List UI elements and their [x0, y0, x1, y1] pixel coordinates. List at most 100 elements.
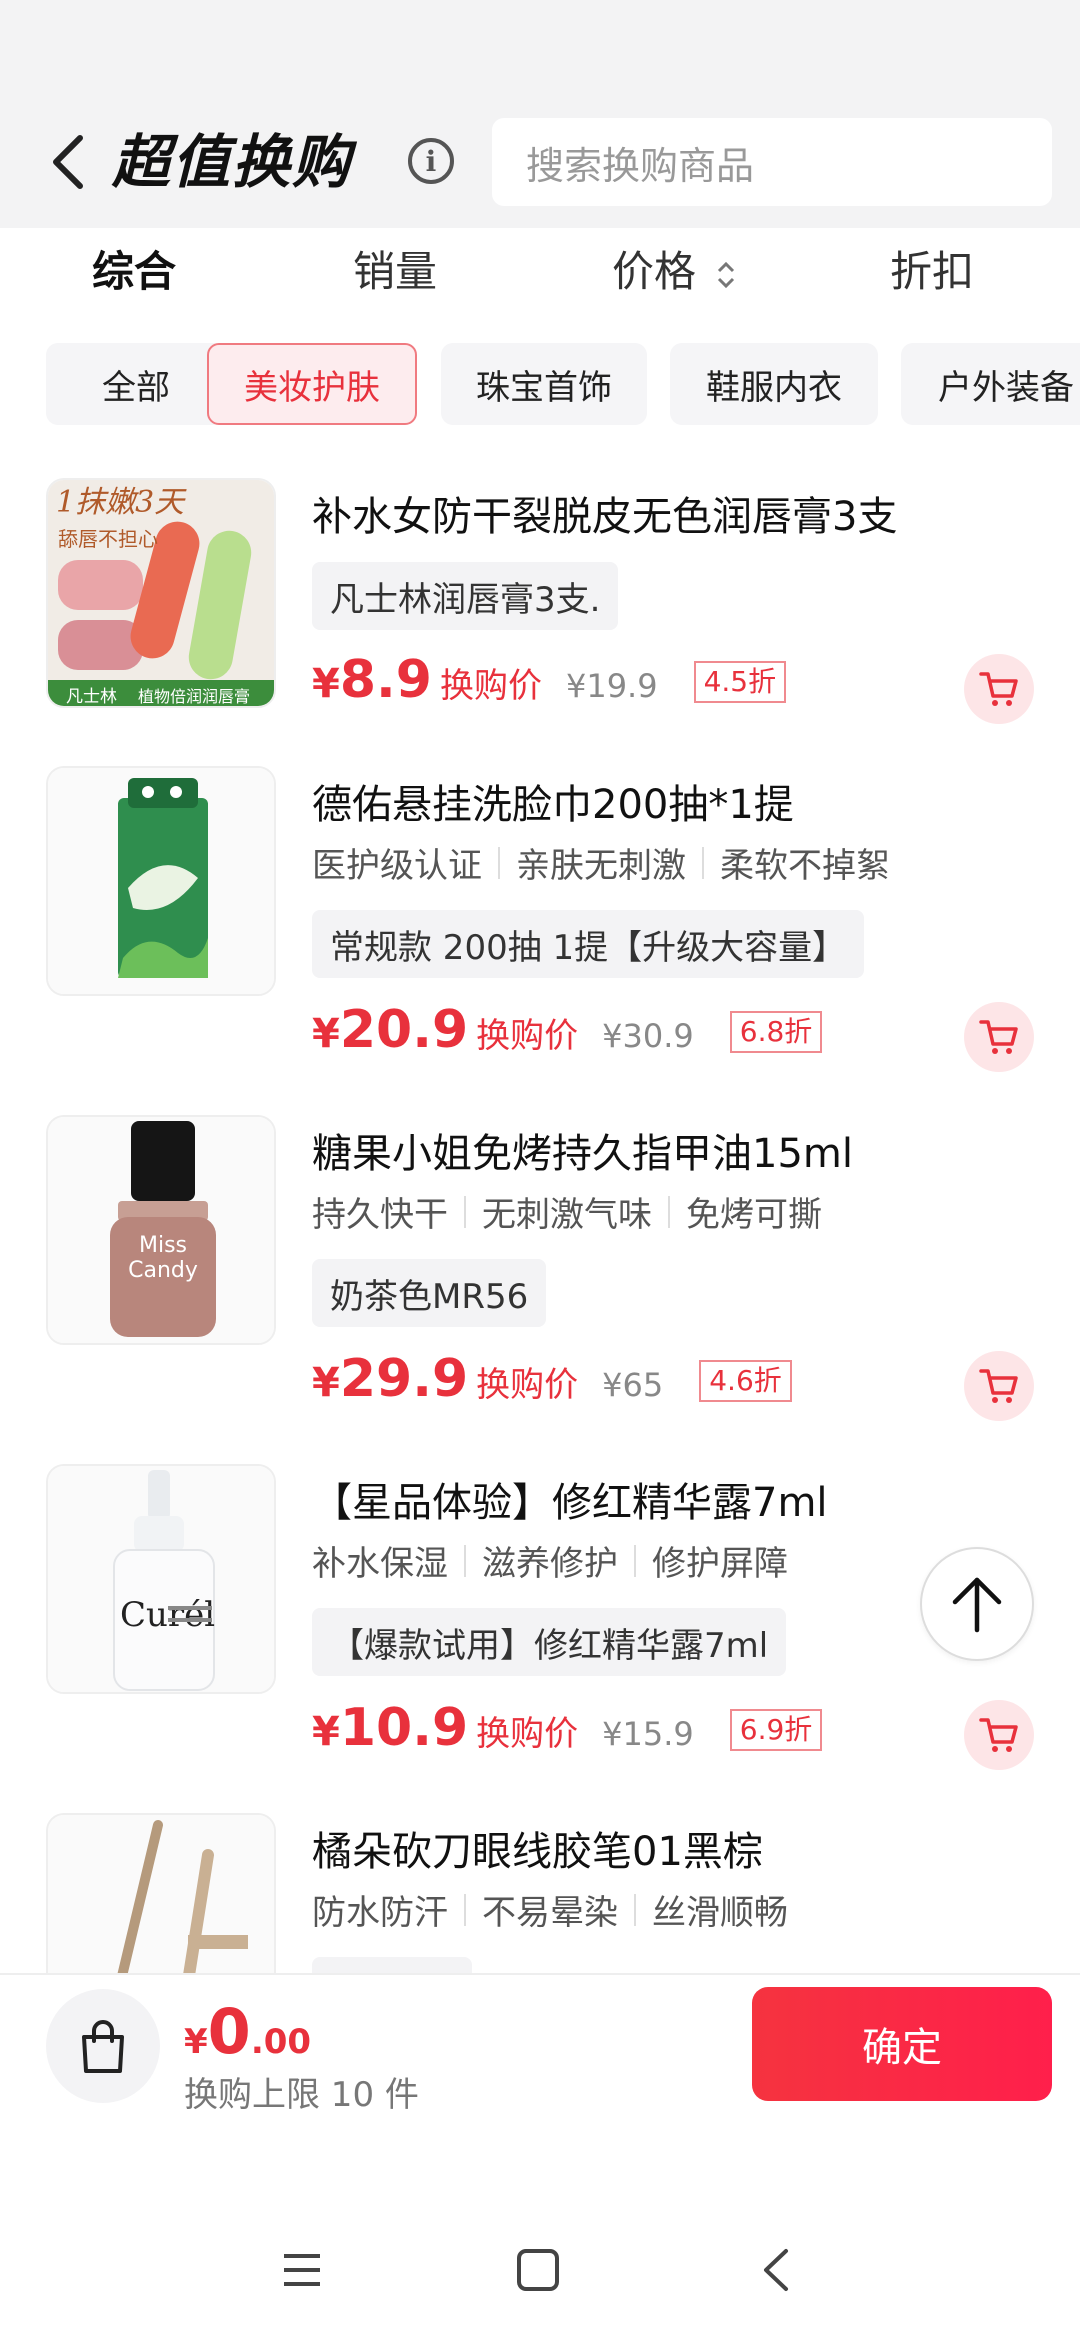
product-image [46, 766, 276, 996]
product-image: Miss Candy [46, 1115, 276, 1345]
price-label: 换购价 [476, 1365, 579, 1405]
chip-outdoor[interactable]: 户外装备 [901, 343, 1080, 425]
tag-divider [464, 1195, 466, 1228]
discount-badge: 6.8折 [729, 1011, 823, 1053]
product-spec: 【爆款试用】修红精华露7ml [312, 1608, 787, 1676]
sort-price[interactable]: 价格 [612, 228, 737, 316]
product-tags: 防水防汗 不易晕染 丝滑顺畅 [312, 1885, 788, 1934]
total-currency: ¥ [184, 2022, 208, 2062]
confirm-button[interactable]: 确定 [752, 1987, 1052, 2101]
discount-badge: 4.6折 [699, 1360, 792, 1402]
cart-icon [979, 1020, 1018, 1054]
nav-back-button[interactable] [746, 2243, 806, 2297]
price-label: 换购价 [476, 1016, 579, 1056]
price-label: 换购价 [476, 1714, 579, 1754]
sort-arrows-icon [718, 261, 735, 288]
sort-comprehensive[interactable]: 综合 [92, 228, 176, 316]
scroll-to-top-button[interactable] [920, 1547, 1034, 1661]
product-title: 糖果小姐免烤持久指甲油15ml [312, 1131, 853, 1177]
tag: 持久快干 [312, 1195, 448, 1235]
tag: 补水保湿 [312, 1544, 448, 1584]
product-title: 补水女防干裂脱皮无色润唇膏3支 [312, 494, 898, 540]
image-text: 1抹嫩3天 [56, 485, 187, 520]
product-spec [312, 1957, 472, 1973]
add-to-cart-button[interactable] [964, 654, 1034, 724]
image-text: Candy [128, 1258, 198, 1283]
menu-icon [284, 2254, 320, 2286]
tag: 亲肤无刺激 [516, 846, 686, 886]
info-icon[interactable]: i [408, 138, 454, 184]
original-price: ¥65 [602, 1366, 664, 1404]
sort-price-label: 价格 [612, 247, 697, 296]
system-nav-bar [0, 2133, 1080, 2340]
search-placeholder: 搜索换购商品 [526, 143, 755, 188]
product-spec: 常规款 200抽 1提【升级大容量】 [312, 910, 865, 978]
product-title: 德佑悬挂洗脸巾200抽*1提 [312, 782, 794, 828]
image-text: 舔唇不担心 [58, 527, 158, 551]
product-image: 1抹嫩3天 舔唇不担心 凡士林 植物倍润润唇膏 [46, 478, 276, 708]
menu-button[interactable] [272, 2243, 332, 2297]
tag: 滋养修护 [482, 1544, 618, 1584]
sort-discount[interactable]: 折扣 [890, 228, 974, 316]
tag-divider [464, 1893, 466, 1926]
tag-divider [702, 846, 704, 879]
product-spec: 凡士林润唇膏3支. [312, 562, 619, 630]
product-item[interactable]: 橘朵砍刀眼线胶笔01黑棕 防水防汗 不易晕染 丝滑顺畅 [0, 1813, 1080, 1973]
currency-symbol: ¥ [312, 1709, 340, 1755]
shopping-bag-icon [82, 2020, 124, 2073]
exchange-price: 10.9 [339, 1698, 469, 1758]
currency-symbol: ¥ [312, 1360, 340, 1406]
sort-bar: 综合 销量 价格 折扣 [0, 228, 1080, 316]
price-row: ¥ 29.9 换购价 ¥65 4.6折 [312, 1349, 792, 1409]
price-row: ¥ 10.9 换购价 ¥15.9 6.9折 [312, 1698, 823, 1758]
page-title: 超值换购 [112, 128, 353, 196]
sort-sales[interactable]: 销量 [353, 228, 437, 316]
original-price: ¥30.9 [602, 1017, 694, 1055]
status-bar [0, 0, 1080, 100]
nav-back-icon [764, 2249, 788, 2291]
tag-divider [634, 1544, 636, 1577]
product-tags: 持久快干 无刺激气味 免烤可撕 [312, 1187, 822, 1236]
image-text: 植物倍润润唇膏 [138, 687, 250, 706]
product-spec: 奶茶色MR56 [312, 1259, 547, 1327]
product-image: Curél [46, 1464, 276, 1694]
add-to-cart-button[interactable] [964, 1351, 1034, 1421]
cart-icon [979, 1369, 1018, 1403]
exchange-limit: 换购上限 10 件 [184, 2075, 419, 2115]
cart-icon [979, 672, 1018, 706]
price-label: 换购价 [439, 666, 542, 706]
exchange-price: 29.9 [339, 1349, 469, 1409]
tag: 医护级认证 [312, 846, 482, 886]
back-button[interactable] [40, 130, 100, 194]
original-price: ¥19.9 [565, 667, 658, 705]
add-to-cart-button[interactable] [964, 1700, 1034, 1770]
discount-badge: 6.9折 [729, 1709, 823, 1751]
total-decimal: .00 [250, 2022, 312, 2062]
tag-divider [668, 1195, 670, 1228]
product-image [46, 1813, 276, 1973]
product-title: 橘朵砍刀眼线胶笔01黑棕 [312, 1829, 763, 1875]
currency-symbol: ¥ [312, 1011, 340, 1057]
tag: 修护屏障 [652, 1544, 788, 1584]
chip-all[interactable]: 全部 [46, 343, 226, 425]
total-integer: 0 [207, 1995, 251, 2068]
currency-symbol: ¥ [312, 661, 340, 707]
tag: 防水防汗 [312, 1893, 448, 1933]
category-chips: 全部 美妆护肤 珠宝首饰 鞋服内衣 户外装备 [0, 343, 1080, 427]
tag: 柔软不掉絮 [720, 846, 890, 886]
exchange-price: 8.9 [339, 650, 432, 710]
tag: 丝滑顺畅 [652, 1893, 788, 1933]
chip-jewelry[interactable]: 珠宝首饰 [441, 343, 647, 425]
image-text: 凡士林 [66, 687, 117, 707]
image-text: Curél [120, 1595, 215, 1635]
search-input[interactable]: 搜索换购商品 [492, 118, 1052, 206]
exchange-price: 20.9 [339, 1000, 469, 1060]
chip-apparel[interactable]: 鞋服内衣 [670, 343, 878, 425]
cart-icon [979, 1718, 1018, 1752]
tag-divider [498, 846, 500, 879]
image-text: Miss [139, 1233, 187, 1258]
chip-beauty[interactable]: 美妆护肤 [207, 343, 417, 425]
exchange-bag-button[interactable] [46, 1989, 160, 2103]
add-to-cart-button[interactable] [964, 1002, 1034, 1072]
home-button[interactable] [508, 2243, 568, 2297]
